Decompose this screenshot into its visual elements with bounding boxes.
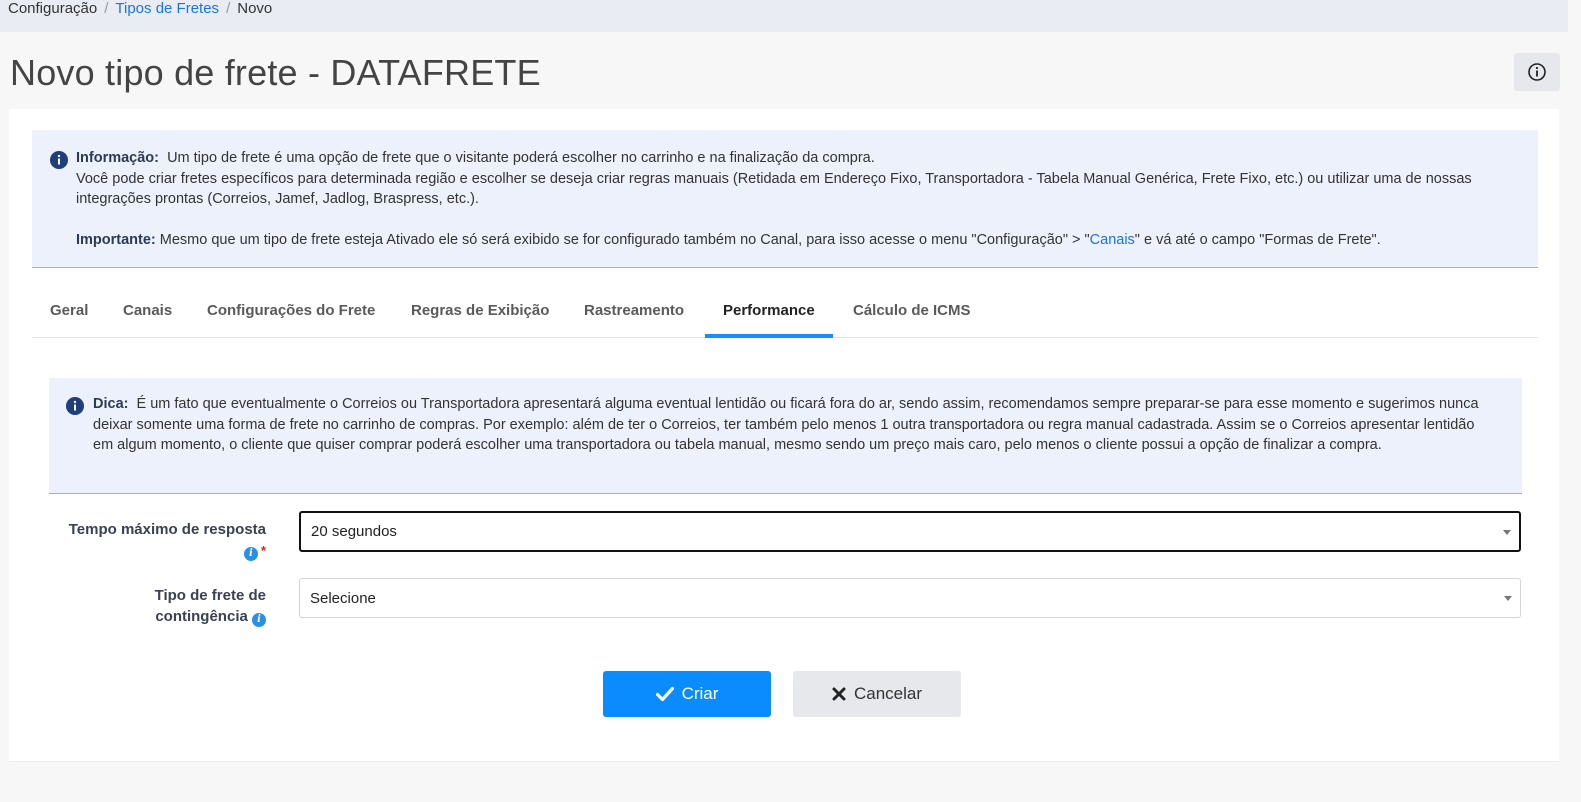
info-alert: Informação: Um tipo de frete é uma opção… (32, 130, 1538, 268)
tab-canais[interactable]: Canais (105, 289, 190, 338)
important-text-after: " e vá até o campo "Formas de Frete". (1134, 231, 1381, 248)
required-marker: * (260, 543, 266, 558)
max-time-label: Tempo máximo de resposta i * (29, 519, 266, 561)
contingency-freight-value: Selecione (310, 589, 376, 607)
tab-regras-de-exibicao[interactable]: Regras de Exibição (393, 289, 567, 338)
tip-alert-body: É um fato que eventualmente o Correios o… (93, 396, 1479, 453)
important-label: Importante: (76, 231, 156, 248)
tab-bar: Geral Canais Configurações do Frete Regr… (32, 289, 1538, 338)
contingency-freight-select[interactable]: Selecione (299, 578, 1521, 618)
breadcrumb-item-configuracao[interactable]: Configuração (8, 0, 97, 18)
tip-alert-label: Dica: (93, 396, 129, 412)
tip-alert-text: Dica: É um fato que eventualmente o Corr… (93, 394, 1488, 456)
info-alert-line1: Um tipo de frete é uma opção de frete qu… (167, 150, 875, 166)
page-info-button[interactable] (1514, 53, 1560, 91)
info-alert-text: Informação: Um tipo de frete é uma opção… (76, 148, 1516, 250)
max-response-time-select[interactable]: 20 segundos (299, 511, 1521, 552)
breadcrumb-item-novo: Novo (237, 0, 273, 17)
times-icon (832, 687, 846, 701)
canais-link[interactable]: Canais (1090, 232, 1135, 248)
tab-rastreamento[interactable]: Rastreamento (566, 289, 702, 338)
help-info-icon[interactable]: i (243, 547, 258, 561)
tab-performance[interactable]: Performance (705, 289, 833, 338)
info-circle-icon (50, 151, 68, 169)
create-button-label: Criar (681, 684, 719, 703)
breadcrumb: Configuração / Tipos de Fretes / Novo (0, 0, 1568, 32)
info-alert-label: Informação: (76, 150, 159, 166)
dropdown-caret-icon (1503, 529, 1511, 535)
help-info-icon[interactable]: i (252, 613, 266, 627)
max-response-time-value: 20 segundos (311, 523, 397, 540)
important-text-before: Mesmo que um tipo de frete esteja Ativad… (159, 231, 1090, 248)
card-bottom-divider (9, 761, 1559, 762)
contingency-label-line1: Tipo de frete de (154, 587, 266, 604)
breadcrumb-separator: / (104, 0, 109, 17)
max-time-label-text: Tempo máximo de resposta (68, 521, 266, 538)
page-title: Novo tipo de frete - DATAFRETE (10, 52, 541, 93)
contingency-label: Tipo de frete de contingência i (29, 585, 266, 627)
cancel-button-label: Cancelar (853, 684, 923, 703)
breadcrumb-item-tipos-de-fretes[interactable]: Tipos de Fretes (115, 0, 219, 18)
breadcrumb-separator: / (226, 0, 231, 17)
info-alert-line2: Você pode criar fretes específicos para … (76, 170, 1472, 208)
dropdown-caret-icon (1504, 596, 1512, 601)
contingency-label-line2: contingência (155, 608, 248, 625)
info-circle-icon (66, 397, 84, 415)
tab-geral[interactable]: Geral (32, 289, 106, 338)
tab-configuracoes-do-frete[interactable]: Configurações do Frete (189, 289, 393, 338)
create-button[interactable]: Criar (603, 671, 771, 717)
info-circle-icon (1528, 63, 1546, 81)
check-icon (655, 686, 674, 702)
form-card: Informação: Um tipo de frete é uma opção… (9, 109, 1559, 761)
cancel-button[interactable]: Cancelar (793, 671, 961, 717)
tip-alert: Dica: É um fato que eventualmente o Corr… (49, 378, 1522, 494)
tab-calculo-de-icms[interactable]: Cálculo de ICMS (835, 289, 989, 338)
